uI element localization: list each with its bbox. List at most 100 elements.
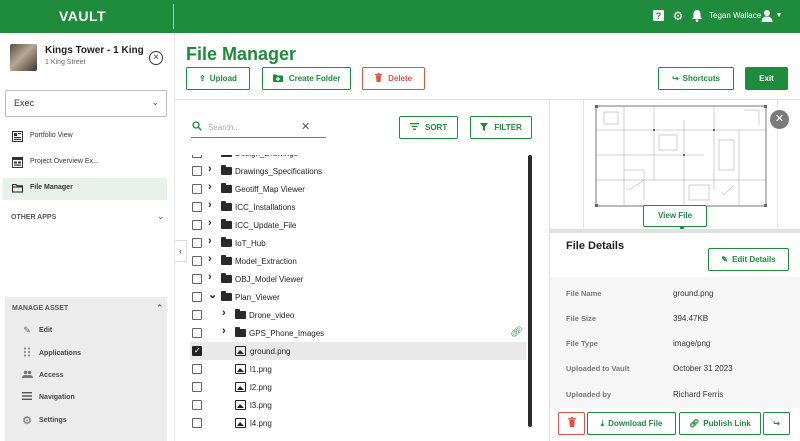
- chevron-down-icon[interactable]: ⌄: [208, 288, 217, 301]
- row-checkbox[interactable]: [192, 238, 202, 248]
- chevron-right-icon[interactable]: ›: [222, 325, 226, 337]
- tree-folder-row[interactable]: › GPS_Phone_Images 🔗︎: [190, 324, 526, 342]
- exit-button[interactable]: Exit: [745, 67, 788, 90]
- close-project-icon[interactable]: ×: [149, 51, 163, 65]
- row-checkbox[interactable]: [192, 328, 202, 338]
- project-title: Kings Tower - 1 King St: [45, 45, 145, 56]
- tree-folder-row[interactable]: › ICC_Installations: [190, 198, 526, 216]
- user-name[interactable]: Tegan Wallace: [709, 11, 761, 20]
- row-checkbox[interactable]: [192, 155, 202, 158]
- project-thumbnail: [10, 44, 37, 71]
- delete-file-button[interactable]: [558, 412, 585, 435]
- view-file-button[interactable]: View File: [643, 205, 707, 227]
- filter-button[interactable]: FILTER: [470, 116, 532, 139]
- close-preview-icon[interactable]: ✕: [770, 110, 789, 129]
- chevron-right-icon[interactable]: ›: [208, 235, 212, 247]
- chevron-right-icon[interactable]: ›: [208, 181, 212, 193]
- row-checkbox[interactable]: [192, 202, 202, 212]
- vault-logo[interactable]: VAULT: [59, 8, 106, 24]
- tree-item-label: Plan_Viewer: [235, 293, 280, 302]
- chevron-right-icon[interactable]: ›: [208, 271, 212, 283]
- upload-icon: ⇪: [199, 74, 206, 83]
- upload-button[interactable]: ⇪ Upload: [186, 67, 250, 90]
- publish-link-button[interactable]: 🔗︎ Publish Link: [679, 412, 761, 435]
- tree-folder-row[interactable]: › Drawings_Specifications: [190, 162, 526, 180]
- tree-folder-row[interactable]: › Drone_video: [190, 306, 526, 324]
- tree-file-row[interactable]: l3.png: [190, 396, 526, 414]
- row-checkbox[interactable]: [192, 166, 202, 176]
- row-checkbox[interactable]: [192, 184, 202, 194]
- tree-item-label: ICC_Update_File: [235, 221, 297, 230]
- tree-item-label: GPS_Phone_Images: [249, 329, 325, 338]
- chevron-right-icon[interactable]: ›: [222, 307, 226, 319]
- pencil-icon: ✎: [721, 255, 729, 264]
- chevron-right-icon[interactable]: ›: [208, 163, 212, 175]
- tree-file-row[interactable]: l1.png: [190, 360, 526, 378]
- tree-file-row[interactable]: ground.png: [190, 342, 526, 360]
- row-checkbox[interactable]: [192, 274, 202, 284]
- sort-button[interactable]: SORT: [399, 116, 458, 139]
- share-arrow-icon: ↪: [671, 74, 679, 83]
- tree-scrollbar[interactable]: [528, 155, 532, 427]
- tree-item-label: Model_Extraction: [235, 257, 297, 266]
- sort-icon: [409, 123, 421, 132]
- chevron-right-icon[interactable]: ›: [208, 155, 212, 157]
- tree-folder-row[interactable]: ⌄ Plan_Viewer: [190, 288, 526, 306]
- folder-icon: [235, 327, 246, 337]
- bell-icon[interactable]: [690, 9, 704, 23]
- row-checkbox[interactable]: [192, 364, 202, 374]
- image-icon: [235, 418, 246, 428]
- row-checkbox[interactable]: [192, 382, 202, 392]
- help-icon[interactable]: ?: [651, 9, 665, 23]
- shortcuts-button[interactable]: ↪ Shortcuts: [658, 67, 734, 90]
- tree-folder-row[interactable]: › Design_Drawings: [190, 155, 526, 162]
- edit-details-label: Edit Details: [732, 255, 776, 264]
- row-checkbox[interactable]: [192, 418, 202, 428]
- link-icon[interactable]: 🔗︎: [510, 327, 523, 338]
- tree-file-row[interactable]: l2.png: [190, 378, 526, 396]
- delete-button[interactable]: Delete: [362, 67, 425, 90]
- row-checkbox[interactable]: [192, 292, 202, 302]
- gear-icon[interactable]: ⚙: [671, 9, 685, 23]
- tree-folder-row[interactable]: › Geotiff_Map Viewer: [190, 180, 526, 198]
- clear-search-icon[interactable]: ✕: [301, 120, 310, 133]
- chevron-right-icon[interactable]: ›: [208, 199, 212, 211]
- row-checkbox[interactable]: [192, 310, 202, 320]
- edit-details-button[interactable]: ✎ Edit Details: [708, 248, 789, 271]
- tree-folder-row[interactable]: › ICC_Update_File: [190, 216, 526, 234]
- row-checkbox[interactable]: [192, 346, 202, 356]
- download-file-button[interactable]: ⤓ Download File: [587, 412, 676, 435]
- image-icon: [235, 400, 246, 410]
- row-checkbox[interactable]: [192, 220, 202, 230]
- role-select[interactable]: Exec ⌄: [5, 90, 167, 117]
- folder-icon: [221, 201, 232, 211]
- row-checkbox[interactable]: [192, 256, 202, 266]
- chevron-right-icon[interactable]: ›: [208, 253, 212, 265]
- folder-icon: [221, 165, 232, 175]
- search-input[interactable]: Search...: [208, 123, 240, 132]
- create-folder-button[interactable]: Create Folder: [262, 67, 351, 90]
- tree-folder-row[interactable]: › OBJ_Model Viewer: [190, 270, 526, 288]
- share-button[interactable]: ↪: [763, 412, 790, 435]
- tree-item-label: IoT_Hub: [235, 239, 266, 248]
- filter-icon: [480, 123, 490, 132]
- tree-file-row[interactable]: l4.png: [190, 414, 526, 428]
- share-arrow-icon: ↪: [773, 419, 780, 428]
- tree-item-label: ICC_Installations: [235, 203, 296, 212]
- image-icon: [235, 346, 246, 356]
- tree-item-label: l4.png: [250, 419, 272, 428]
- sidebar-item-label: Portfolio View: [30, 132, 73, 139]
- detail-key: File Name: [566, 289, 602, 298]
- project-address: 1 King Street: [45, 59, 86, 66]
- detail-value: ground.png: [673, 289, 714, 298]
- chevron-right-icon[interactable]: ›: [208, 217, 212, 229]
- tree-folder-row[interactable]: › IoT_Hub: [190, 234, 526, 252]
- chevron-down-icon[interactable]: ▼: [772, 9, 786, 23]
- detail-value: Richard Ferris: [673, 390, 724, 399]
- row-checkbox[interactable]: [192, 400, 202, 410]
- detail-value: October 31 2023: [673, 364, 733, 373]
- tree-folder-row[interactable]: › Model_Extraction: [190, 252, 526, 270]
- dashboard-icon: [12, 131, 23, 142]
- sidebar-item-portfolio-view[interactable]: Portfolio View: [3, 126, 167, 148]
- preview-scrollbar[interactable]: [550, 229, 800, 233]
